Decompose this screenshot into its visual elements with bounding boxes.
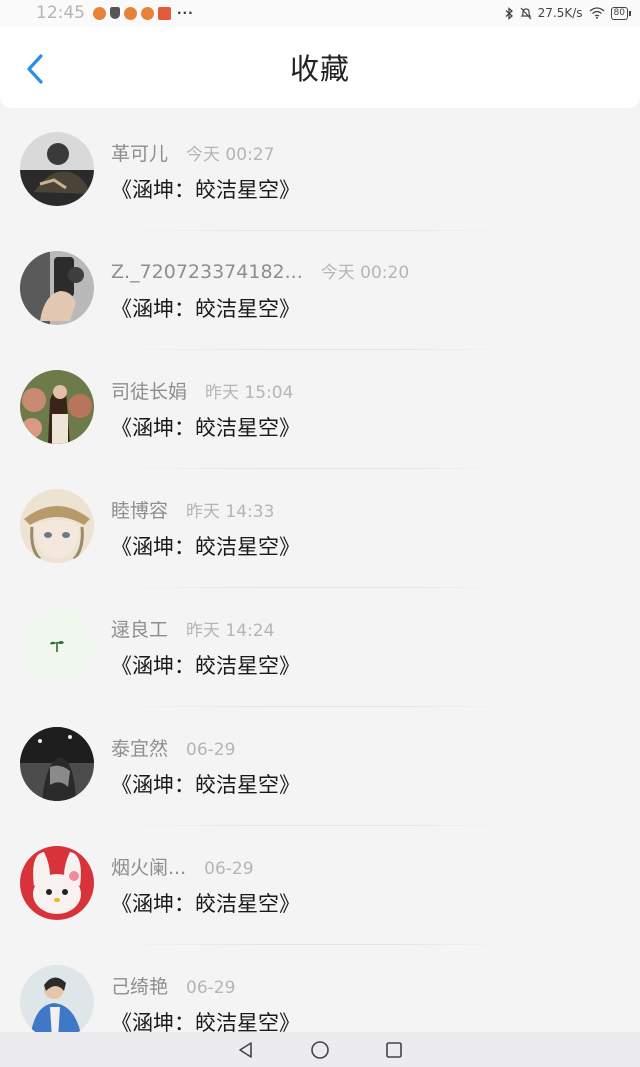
meta-line: 司徒长娟 昨天 15:04 — [111, 377, 293, 404]
battery-icon: 80 — [610, 6, 632, 20]
meta-line: 烟火阑... 06-29 — [111, 853, 254, 880]
timestamp: 06-29 — [204, 859, 254, 879]
nav-recents-button[interactable] — [383, 1039, 405, 1061]
timestamp: 06-29 — [186, 740, 236, 760]
weibo-notification-icon — [124, 6, 137, 20]
nav-home-button[interactable] — [309, 1039, 331, 1061]
more-notifications-icon: ··· — [177, 6, 194, 20]
triangle-back-icon — [239, 1041, 252, 1058]
chevron-left-icon — [27, 54, 43, 84]
list-item[interactable]: Z._720723374182... 今天 00:20 《涵坤：皎洁星空》 — [0, 231, 640, 350]
timestamp: 今天 00:20 — [320, 263, 410, 283]
weibo-notification-icon — [93, 6, 106, 20]
bluetooth-icon — [505, 6, 513, 20]
avatar[interactable] — [20, 846, 94, 920]
timestamp: 06-29 — [186, 978, 236, 998]
shield-notification-icon — [110, 7, 120, 19]
timestamp: 昨天 15:04 — [205, 383, 294, 403]
favorites-list: 革可儿 今天 00:27 《涵坤：皎洁星空》 Z._720723374182..… — [0, 112, 640, 1064]
square-recents-icon — [386, 1041, 402, 1058]
status-right: 27.5K/s 80 — [505, 6, 632, 20]
meta-line: 睦博容 昨天 14:33 — [111, 496, 274, 523]
avatar[interactable] — [20, 132, 94, 206]
network-speed: 27.5K/s — [537, 6, 583, 20]
timestamp: 昨天 14:24 — [186, 621, 275, 641]
meta-line: 己绮艳 06-29 — [111, 972, 235, 999]
list-item[interactable]: 睦博容 昨天 14:33 《涵坤：皎洁星空》 — [0, 469, 640, 588]
favorite-title[interactable]: 《涵坤：皎洁星空》 — [111, 531, 300, 561]
page-title: 收藏 — [289, 52, 350, 86]
back-button[interactable] — [18, 52, 52, 86]
favorite-title[interactable]: 《涵坤：皎洁星空》 — [111, 174, 300, 204]
user-name[interactable]: 泰宜然 — [111, 734, 168, 761]
meta-line: 泰宜然 06-29 — [111, 734, 235, 761]
favorite-title[interactable]: 《涵坤：皎洁星空》 — [111, 412, 300, 442]
nav-back-button[interactable] — [235, 1039, 257, 1061]
mute-bell-icon — [520, 7, 532, 19]
header: 收藏 — [0, 26, 640, 108]
user-name[interactable]: Z._720723374182... — [111, 261, 303, 283]
avatar[interactable] — [20, 489, 94, 563]
avatar[interactable] — [20, 251, 94, 325]
user-name[interactable]: 烟火阑... — [111, 853, 186, 880]
meta-line: 逯良工 昨天 14:24 — [111, 615, 274, 642]
wifi-icon — [589, 7, 604, 19]
list-item[interactable]: 革可儿 今天 00:27 《涵坤：皎洁星空》 — [0, 112, 640, 231]
avatar[interactable] — [20, 370, 94, 444]
user-name[interactable]: 逯良工 — [111, 615, 168, 642]
user-name[interactable]: 司徒长娟 — [111, 377, 187, 404]
circle-home-icon — [311, 1040, 329, 1059]
list-item[interactable]: 烟火阑... 06-29 《涵坤：皎洁星空》 — [0, 826, 640, 945]
favorite-title[interactable]: 《涵坤：皎洁星空》 — [111, 888, 300, 918]
clock: 12:45 — [36, 3, 85, 23]
timestamp: 昨天 14:33 — [186, 502, 275, 522]
favorite-title[interactable]: 《涵坤：皎洁星空》 — [111, 650, 300, 680]
avatar[interactable] — [20, 727, 94, 801]
avatar[interactable] — [20, 965, 94, 1039]
user-name[interactable]: 睦博容 — [111, 496, 168, 523]
list-item[interactable]: 逯良工 昨天 14:24 《涵坤：皎洁星空》 — [0, 588, 640, 707]
system-nav-bar — [0, 1032, 640, 1067]
favorite-title[interactable]: 《涵坤：皎洁星空》 — [111, 293, 300, 323]
user-name[interactable]: 革可儿 — [111, 139, 168, 166]
avatar[interactable] — [20, 608, 94, 682]
list-item[interactable]: 泰宜然 06-29 《涵坤：皎洁星空》 — [0, 707, 640, 826]
status-bar: 12:45 ··· 27.5K/s 80 — [0, 0, 640, 26]
meta-line: Z._720723374182... 今天 00:20 — [111, 258, 409, 283]
list-item[interactable]: 司徒长娟 昨天 15:04 《涵坤：皎洁星空》 — [0, 350, 640, 469]
user-name[interactable]: 己绮艳 — [111, 972, 168, 999]
weibo-notification-icon — [141, 6, 154, 20]
meta-line: 革可儿 今天 00:27 — [111, 139, 274, 166]
timestamp: 今天 00:27 — [186, 145, 275, 165]
app-notification-icon — [158, 6, 171, 20]
status-left: 12:45 ··· — [18, 3, 194, 23]
favorite-title[interactable]: 《涵坤：皎洁星空》 — [111, 769, 300, 799]
